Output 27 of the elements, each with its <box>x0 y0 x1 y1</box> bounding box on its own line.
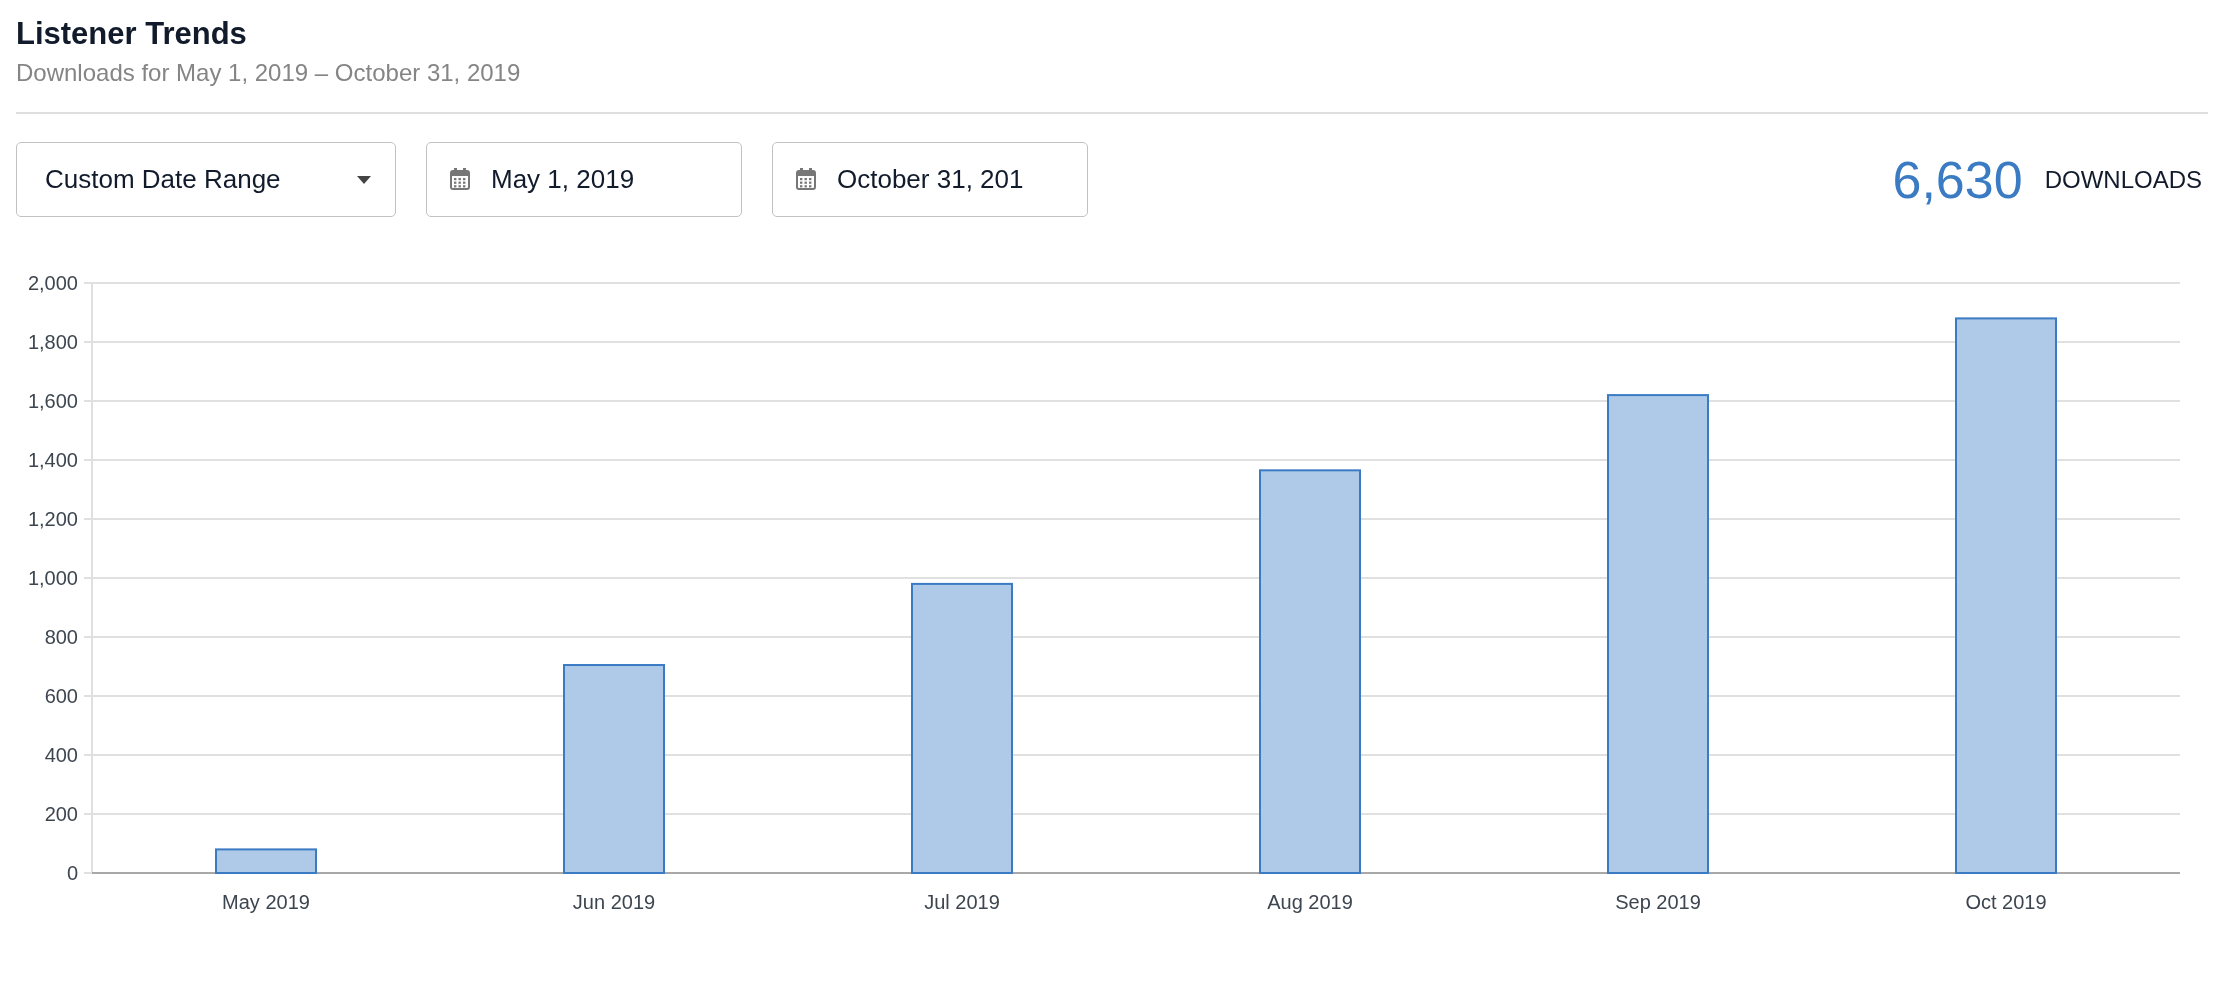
calendar-icon <box>450 168 470 190</box>
date-range-dropdown[interactable]: Custom Date Range <box>16 142 396 217</box>
x-axis-label: Jun 2019 <box>572 891 656 913</box>
y-axis-label: 800 <box>44 626 78 648</box>
y-axis-label: 1,800 <box>27 331 78 353</box>
page-subtitle: Downloads for May 1, 2019 – October 31, 2019 <box>16 58 522 88</box>
y-axis-label: 400 <box>44 744 78 766</box>
start-date-field[interactable]: May 1, 2019 <box>426 142 742 217</box>
downloads-label: DOWNLOADS <box>2044 165 2202 194</box>
y-axis-label: 0 <box>66 862 78 884</box>
x-axis-label: Oct 2019 <box>1965 891 2047 913</box>
x-axis-label: Jul 2019 <box>924 891 1000 913</box>
y-axis-label: 1,400 <box>27 449 78 471</box>
download-total: 6,630 <box>1892 149 2023 210</box>
y-axis-label: 2,000 <box>27 272 78 294</box>
page-title: Listener Trends <box>16 15 248 53</box>
y-axis-label: 1,000 <box>27 567 78 589</box>
x-axis-label: May 2019 <box>222 891 310 913</box>
caret-icon <box>357 175 371 184</box>
y-axis-label: 600 <box>44 685 78 707</box>
end-date-field[interactable]: October 31, 201 <box>772 142 1088 217</box>
x-axis-label: Sep 2019 <box>1615 891 1701 913</box>
y-axis-label: 1,200 <box>27 508 78 530</box>
x-axis-label: Aug 2019 <box>1267 891 1353 913</box>
y-axis-label: 200 <box>44 803 78 825</box>
y-axis-label: 1,600 <box>27 390 78 412</box>
calendar-icon <box>796 168 816 190</box>
